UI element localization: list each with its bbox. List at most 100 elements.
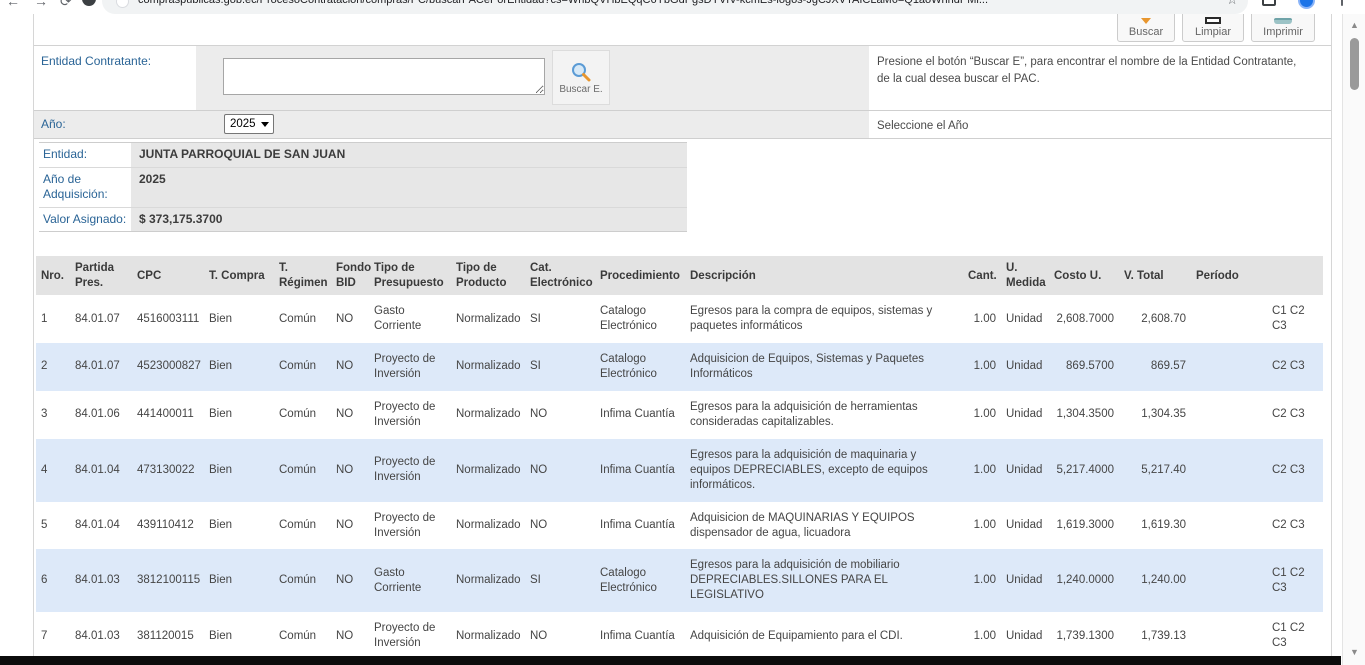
- column-header-tipo_presupuesto: Tipo de Presupuesto: [369, 256, 451, 295]
- cell-costo_u: 1,619.3000: [1049, 502, 1119, 550]
- scrollbar-thumb[interactable]: [1350, 38, 1359, 90]
- forward-icon[interactable]: →: [34, 0, 48, 9]
- page: ← → ⟳ compraspublicas.gob.ec/ProcesoCont…: [0, 0, 1365, 665]
- cell-tipo_presupuesto: Proyecto de Inversión: [369, 391, 451, 439]
- cell-periodo: C2 C3: [1191, 502, 1323, 550]
- browser-toolbar: ← → ⟳ compraspublicas.gob.ec/ProcesoCont…: [0, 0, 1365, 14]
- address-bar[interactable]: compraspublicas.gob.ec/ProcesoContrataci…: [102, 0, 1248, 14]
- table-row: 384.01.06441400011BienComúnNOProyecto de…: [36, 391, 1323, 439]
- cell-cat_electronico: NO: [525, 502, 595, 550]
- site-info-icon[interactable]: [116, 0, 129, 8]
- column-header-cpc: CPC: [132, 256, 204, 295]
- entity-info-row: Valor Asignado: $ 373,175.3700: [39, 208, 687, 232]
- profile-avatar[interactable]: [1298, 0, 1315, 9]
- cell-u_medida: Unidad: [1001, 502, 1049, 550]
- cell-periodo: C1 C2 C3: [1191, 549, 1323, 612]
- cell-cant: 1.00: [963, 391, 1001, 439]
- cell-t_compra: Bien: [204, 502, 274, 550]
- cell-cat_electronico: NO: [525, 612, 595, 660]
- cell-tipo_producto: Normalizado: [451, 612, 525, 660]
- entidad-contratante-row: Entidad Contratante: Buscar E. Presione …: [34, 46, 1331, 111]
- buscar-button[interactable]: Buscar: [1117, 14, 1175, 42]
- pac-table-header: Nro.Partida Pres.CPCT. CompraT. RégimenF…: [36, 256, 1323, 295]
- cell-t_regimen: Común: [274, 502, 331, 550]
- cell-nro: 4: [36, 439, 70, 502]
- imprimir-button-label: Imprimir: [1263, 26, 1303, 38]
- cell-procedimiento: Infima Cuantía: [595, 391, 685, 439]
- cell-cpc: 4516003111: [132, 295, 204, 343]
- cell-tipo_presupuesto: Proyecto de Inversión: [369, 502, 451, 550]
- cell-t_compra: Bien: [204, 612, 274, 660]
- limpiar-button-label: Limpiar: [1195, 26, 1231, 38]
- cell-procedimiento: Catalogo Electrónico: [595, 343, 685, 391]
- column-header-cant: Cant.: [963, 256, 1001, 295]
- cell-costo_u: 1,304.3500: [1049, 391, 1119, 439]
- cell-t_compra: Bien: [204, 549, 274, 612]
- limpiar-button[interactable]: Limpiar: [1182, 14, 1244, 42]
- back-icon[interactable]: ←: [6, 0, 20, 9]
- cell-tipo_producto: Normalizado: [451, 391, 525, 439]
- vertical-scrollbar[interactable]: ▲ ▼: [1342, 14, 1365, 665]
- scroll-up-arrow-icon[interactable]: ▲: [1343, 18, 1365, 32]
- buscar-entidad-button[interactable]: Buscar E.: [552, 50, 610, 105]
- entity-info-table: Entidad: JUNTA PARROQUIAL DE SAN JUAN Añ…: [39, 142, 687, 232]
- cell-u_medida: Unidad: [1001, 549, 1049, 612]
- extension-icon[interactable]: [82, 0, 96, 6]
- cell-cpc: 3812100115: [132, 549, 204, 612]
- anio-row: Año: 2025 Seleccione el Año: [34, 111, 1331, 139]
- side-panel-icon[interactable]: [1262, 0, 1276, 6]
- column-header-periodo: Período: [1191, 256, 1323, 295]
- anio-select[interactable]: 2025: [224, 114, 274, 134]
- cell-costo_u: 869.5700: [1049, 343, 1119, 391]
- cell-nro: 2: [36, 343, 70, 391]
- entidad-info-label: Entidad:: [39, 143, 131, 167]
- imprimir-button[interactable]: Imprimir: [1251, 14, 1315, 42]
- cell-cpc: 4523000827: [132, 343, 204, 391]
- cell-cat_electronico: SI: [525, 343, 595, 391]
- cell-tipo_presupuesto: Gasto Corriente: [369, 549, 451, 612]
- cell-descripcion: Adquisicion de Equipos, Sistemas y Paque…: [685, 343, 963, 391]
- column-header-t_regimen: T. Régimen: [274, 256, 331, 295]
- entidad-contratante-input[interactable]: [223, 58, 545, 95]
- entidad-info-value: JUNTA PARROQUIAL DE SAN JUAN: [131, 143, 687, 167]
- cell-nro: 1: [36, 295, 70, 343]
- cell-cant: 1.00: [963, 439, 1001, 502]
- cell-cat_electronico: NO: [525, 439, 595, 502]
- cell-procedimiento: Infima Cuantía: [595, 502, 685, 550]
- printer-icon: [1274, 18, 1292, 24]
- browser-menu-icon[interactable]: [1341, 0, 1343, 6]
- cell-nro: 5: [36, 502, 70, 550]
- table-row: 184.01.074516003111BienComúnNOGasto Corr…: [36, 295, 1323, 343]
- cell-tipo_presupuesto: Gasto Corriente: [369, 295, 451, 343]
- column-header-u_medida: U. Medida: [1001, 256, 1049, 295]
- cell-u_medida: Unidad: [1001, 295, 1049, 343]
- bottom-edge-bar: [0, 656, 1341, 665]
- cell-t_regimen: Común: [274, 612, 331, 660]
- chevron-down-icon: [261, 122, 269, 127]
- cell-fondo_bid: NO: [331, 549, 369, 612]
- cell-fondo_bid: NO: [331, 391, 369, 439]
- cell-u_medida: Unidad: [1001, 439, 1049, 502]
- cell-descripcion: Egresos para la compra de equipos, siste…: [685, 295, 963, 343]
- cell-cant: 1.00: [963, 612, 1001, 660]
- cell-v_total: 869.57: [1119, 343, 1191, 391]
- cell-partida: 84.01.03: [70, 612, 132, 660]
- cell-partida: 84.01.07: [70, 343, 132, 391]
- cell-tipo_producto: Normalizado: [451, 502, 525, 550]
- url-text[interactable]: compraspublicas.gob.ec/ProcesoContrataci…: [138, 0, 1198, 6]
- table-row: 284.01.074523000827BienComúnNOProyecto d…: [36, 343, 1323, 391]
- bookmark-star-icon[interactable]: ☆: [1226, 0, 1238, 8]
- reload-icon[interactable]: ⟳: [60, 0, 72, 10]
- entidad-help-text: Presione el botón “Buscar E”, para encon…: [877, 54, 1307, 87]
- anio-adquisicion-value: 2025: [131, 168, 687, 207]
- cell-v_total: 1,739.13: [1119, 612, 1191, 660]
- entidad-field-band: Buscar E.: [196, 46, 869, 110]
- scroll-down-arrow-icon[interactable]: ▼: [1343, 645, 1365, 659]
- cell-partida: 84.01.06: [70, 391, 132, 439]
- cell-fondo_bid: NO: [331, 295, 369, 343]
- table-row: 684.01.033812100115BienComúnNOGasto Corr…: [36, 549, 1323, 612]
- valor-asignado-value: $ 373,175.3700: [131, 208, 687, 232]
- cell-t_regimen: Común: [274, 343, 331, 391]
- buscar-entidad-label: Buscar E.: [559, 84, 602, 95]
- column-header-fondo_bid: Fondo BID: [331, 256, 369, 295]
